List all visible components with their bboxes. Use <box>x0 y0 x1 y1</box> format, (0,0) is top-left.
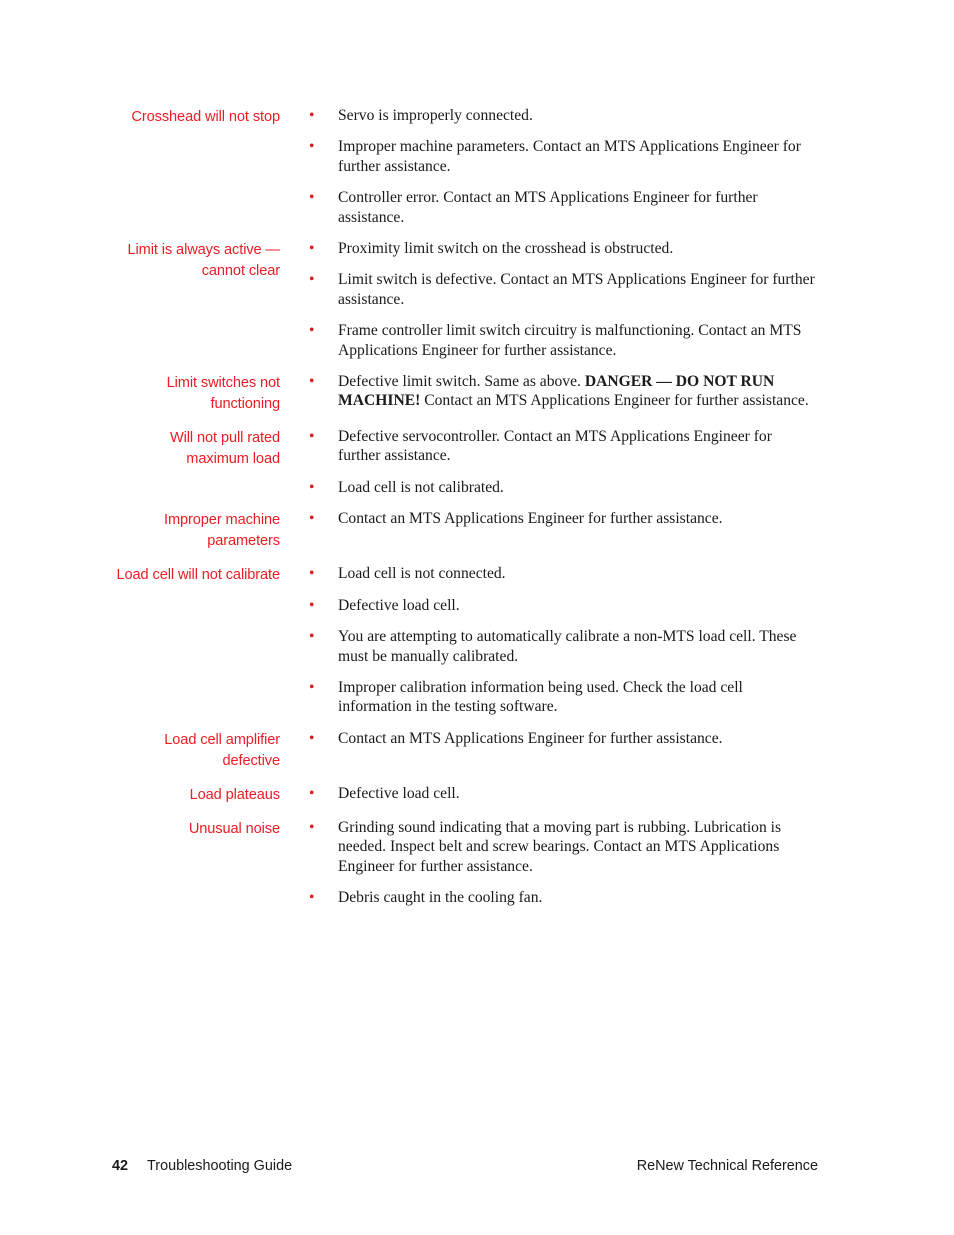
list-item: • You are attempting to automatically cal… <box>308 627 818 666</box>
bullet-icon: • <box>309 596 315 614</box>
section-item-list: • Load cell is not connected. • Defective l… <box>280 564 818 716</box>
section-item-list: • Grinding sound indicating that a moving… <box>280 818 818 908</box>
section-heading: Load plateaus <box>189 786 281 803</box>
list-item-text: Defective limit switch. Same as above. D… <box>338 372 818 411</box>
plain-text: Contact an MTS Applications Engineer for… <box>420 392 809 410</box>
bullet-icon: • <box>309 729 315 747</box>
plain-text: Defective limit switch. Same as above. <box>338 373 585 391</box>
page-footer: 42 Troubleshooting Guide ReNew Technical… <box>112 1158 818 1174</box>
bullet-icon: • <box>309 240 315 258</box>
bullet-icon: • <box>309 678 315 696</box>
troubleshooting-section: Limit switches not functioning • Defective… <box>112 372 818 415</box>
list-item-text: Load cell is not connected. <box>338 565 506 583</box>
list-item-text: Improper calibration information being u… <box>338 678 743 716</box>
section-item-list: • Contact an MTS Applications Engineer fo… <box>280 509 818 528</box>
list-item: • Debris caught in the cooling fan. <box>308 888 818 907</box>
bullet-icon: • <box>309 138 315 156</box>
section-item-list: • Defective limit switch. Same as above. … <box>280 372 818 411</box>
list-item: • Improper machine parameters. Contact an… <box>308 137 818 176</box>
troubleshooting-section: Load cell amplifier defective • Contact an… <box>112 729 818 772</box>
bullet-icon: • <box>309 565 315 583</box>
section-heading: Load cell amplifier defective <box>164 731 280 769</box>
list-item: • Proximity limit switch on the crosshead… <box>308 239 818 258</box>
bullet-icon: • <box>309 628 315 646</box>
troubleshooting-section: Will not pull rated maximum load • Defecti… <box>112 427 818 497</box>
footer-page-number: 42 <box>112 1158 129 1174</box>
list-item-text: Grinding sound indicating that a moving … <box>338 818 782 875</box>
list-item-text: Load cell is not calibrated. <box>338 478 504 496</box>
section-heading: Load cell will not calibrate <box>116 567 281 584</box>
bullet-icon: • <box>309 322 315 340</box>
document-page: Crosshead will not stop • Servo is imprope… <box>0 0 954 1235</box>
list-item-text: You are attempting to automatically cali… <box>338 628 797 665</box>
list-item-text: Improper machine parameters. Contact an … <box>338 138 801 175</box>
list-item-text: Proximity limit switch on the crosshead … <box>338 240 674 258</box>
list-item: • Frame controller limit switch circuitry… <box>308 321 818 360</box>
troubleshooting-section: Load plateaus • Defective load cell. <box>112 784 818 806</box>
troubleshooting-section: Limit is always active — cannot clear • Pr… <box>112 239 818 360</box>
list-item: • Limit switch is defective. Contact an M… <box>308 270 818 309</box>
list-item-text: Defective servocontroller. Contact an MT… <box>338 428 772 465</box>
list-item: • Servo is improperly connected. <box>308 106 818 125</box>
troubleshooting-section: Unusual noise • Grinding sound indicating … <box>112 818 818 908</box>
section-heading: Limit switches not functioning <box>166 375 280 413</box>
section-heading: Limit is always active — cannot clear <box>127 242 281 280</box>
bullet-icon: • <box>309 107 315 124</box>
section-item-list: • Defective load cell. <box>280 784 818 803</box>
list-item: • Load cell is not calibrated. <box>308 478 818 497</box>
section-heading: Unusual noise <box>188 820 280 837</box>
bullet-icon: • <box>309 818 315 836</box>
list-item: • Load cell is not connected. <box>308 564 818 583</box>
list-item: • Defective load cell. <box>308 784 818 803</box>
footer-section-title: Troubleshooting Guide <box>147 1158 293 1174</box>
list-item: • Defective load cell. <box>308 596 818 615</box>
bullet-icon: • <box>309 510 315 528</box>
bullet-icon: • <box>309 888 315 906</box>
list-item: • Grinding sound indicating that a moving… <box>308 818 818 876</box>
list-item: • Contact an MTS Applications Engineer fo… <box>308 729 818 748</box>
bullet-icon: • <box>309 271 315 289</box>
footer-left-group: 42 Troubleshooting Guide <box>112 1158 292 1174</box>
list-item: • Controller error. Contact an MTS Applic… <box>308 188 818 227</box>
list-item-text: Defective load cell. <box>338 784 460 802</box>
footer-document-title: ReNew Technical Reference <box>636 1158 818 1174</box>
section-item-list: • Contact an MTS Applications Engineer fo… <box>280 729 818 748</box>
section-heading: Improper machine parameters <box>163 512 280 550</box>
bullet-icon: • <box>309 478 315 496</box>
troubleshooting-table: Crosshead will not stop • Servo is imprope… <box>112 106 818 907</box>
section-item-list: • Proximity limit switch on the crosshead… <box>280 239 818 360</box>
section-item-list: • Servo is improperly connected. • Improper… <box>280 106 818 227</box>
list-item-text: Contact an MTS Applications Engineer for… <box>338 510 723 528</box>
list-item-text: Limit switch is defective. Contact an MT… <box>338 271 815 308</box>
bullet-icon: • <box>309 189 315 207</box>
list-item: • Defective limit switch. Same as above. … <box>308 372 818 411</box>
list-item-text: Debris caught in the cooling fan. <box>338 888 543 906</box>
bullet-icon: • <box>309 784 315 802</box>
list-item-text: Servo is improperly connected. <box>338 107 533 124</box>
troubleshooting-section: Crosshead will not stop • Servo is imprope… <box>112 106 818 227</box>
bullet-icon: • <box>309 373 315 391</box>
section-heading: Crosshead will not stop <box>131 109 280 125</box>
list-item: • Defective servocontroller. Contact an M… <box>308 427 818 466</box>
list-item: • Contact an MTS Applications Engineer fo… <box>308 509 818 528</box>
bullet-icon: • <box>309 428 315 446</box>
list-item-text: Contact an MTS Applications Engineer for… <box>338 729 723 747</box>
troubleshooting-section: Load cell will not calibrate • Load cell i… <box>112 564 818 716</box>
list-item-text: Defective load cell. <box>338 596 460 614</box>
list-item-text: Frame controller limit switch circuitry … <box>338 322 802 359</box>
list-item: • Improper calibration information being … <box>308 678 818 717</box>
troubleshooting-section: Improper machine parameters • Contact an M… <box>112 509 818 552</box>
list-item-text: Controller error. Contact an MTS Applica… <box>338 189 758 226</box>
section-heading: Will not pull rated maximum load <box>169 430 280 468</box>
section-item-list: • Defective servocontroller. Contact an M… <box>280 427 818 497</box>
